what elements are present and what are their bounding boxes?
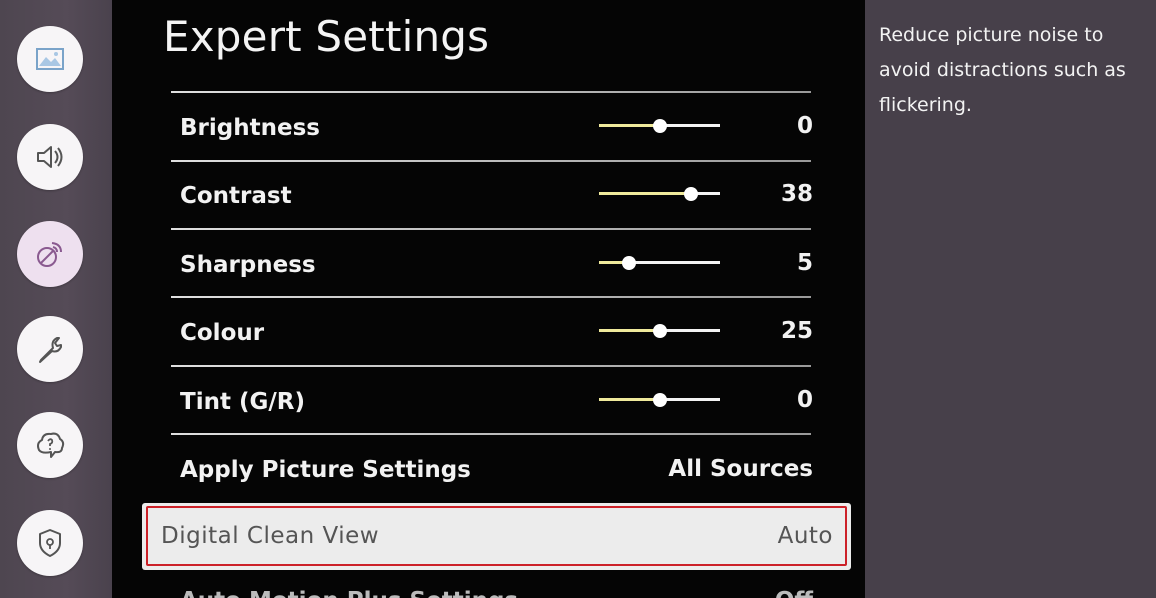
setting-label: Sharpness [180, 252, 316, 278]
panel-title: Expert Settings [163, 12, 490, 61]
slider-knob[interactable] [683, 187, 698, 201]
setting-label: Colour [180, 320, 265, 346]
slider-fill [599, 329, 660, 332]
colour-slider[interactable] [599, 324, 720, 338]
broadcasting-icon [37, 242, 62, 267]
slider-fill [599, 398, 660, 401]
setting-label: Digital Clean View [161, 523, 380, 549]
setting-value: Auto [777, 523, 833, 549]
setting-label: Tint (G/R) [180, 389, 305, 415]
slider-knob[interactable] [652, 119, 667, 133]
slider-fill [599, 192, 691, 195]
tint-slider[interactable] [599, 393, 720, 407]
slider-fill [599, 124, 660, 127]
general-category-button[interactable] [17, 316, 83, 382]
sound-icon [37, 146, 63, 168]
setting-label: Apply Picture Settings [180, 457, 471, 483]
broadcasting-category-button[interactable] [17, 221, 83, 287]
picture-icon [36, 48, 64, 70]
support-icon [37, 432, 65, 458]
help-description: Reduce picture noise to avoid distractio… [879, 24, 1126, 116]
setting-label: Brightness [180, 115, 320, 141]
privacy-category-button[interactable] [17, 510, 83, 576]
divider [171, 296, 811, 298]
setting-value: All Sources [668, 456, 813, 482]
setting-value: 25 [780, 318, 813, 344]
setting-value: 38 [780, 181, 813, 207]
picture-category-button[interactable] [17, 26, 83, 92]
setting-label: Contrast [180, 183, 292, 209]
setting-label: Auto Motion Plus Settings [180, 588, 518, 598]
divider [171, 160, 811, 162]
brightness-slider[interactable] [599, 119, 720, 133]
sharpness-slider[interactable] [599, 256, 720, 270]
expert-settings-panel: Expert Settings Brightness 0 Contrast 38 [112, 0, 865, 598]
divider [171, 91, 811, 93]
setting-value: Off [775, 588, 813, 598]
divider [171, 228, 811, 230]
setting-value: 0 [796, 387, 813, 413]
slider-knob[interactable] [622, 256, 637, 270]
setting-row-digital-clean-view[interactable]: Digital Clean View Auto [142, 503, 851, 570]
privacy-icon [39, 529, 61, 557]
setting-value: 5 [796, 250, 813, 276]
slider-knob[interactable] [652, 324, 667, 338]
sound-category-button[interactable] [17, 124, 83, 190]
contrast-slider[interactable] [599, 187, 720, 201]
divider [171, 365, 811, 367]
support-category-button[interactable] [17, 412, 83, 478]
divider [171, 433, 811, 435]
setting-value: 0 [796, 113, 813, 139]
tv-settings-screen: Expert Settings Brightness 0 Contrast 38 [0, 0, 1156, 598]
settings-category-rail [0, 0, 112, 598]
slider-knob[interactable] [652, 393, 667, 407]
general-icon [39, 337, 62, 363]
